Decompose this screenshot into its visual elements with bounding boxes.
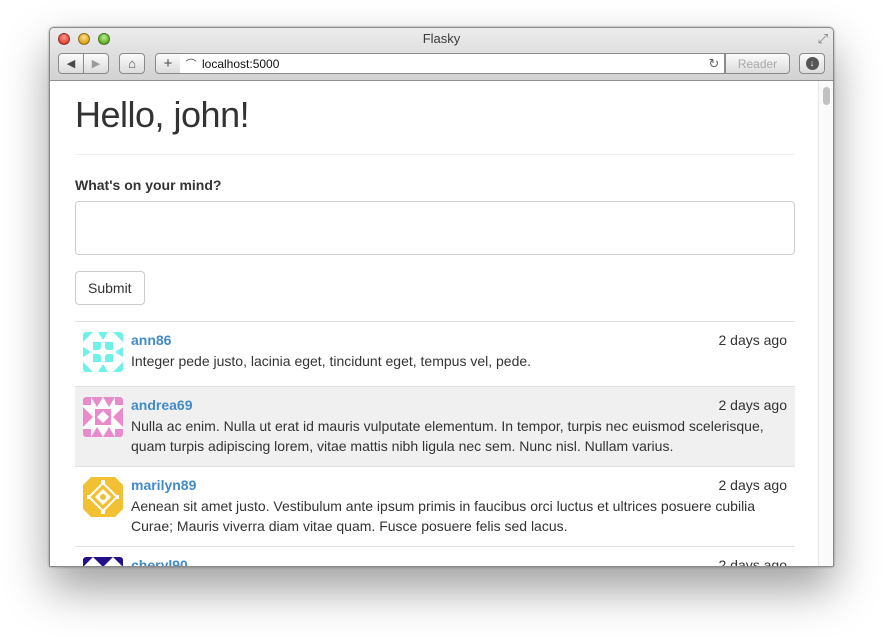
post-author-link[interactable]: marilyn89: [131, 476, 787, 494]
home-icon: ⌂: [128, 56, 136, 71]
window-title: Flasky: [422, 31, 461, 46]
plus-icon: +: [163, 55, 173, 72]
home-button[interactable]: ⌂: [119, 53, 145, 74]
forward-arrow-icon: ▶: [91, 58, 101, 70]
identicon-ann86: [83, 332, 123, 372]
post-item: andrea69 2 days ago Nulla ac enim. Nulla…: [75, 387, 795, 467]
post-body: Integer pede justo, lacinia eget, tincid…: [131, 353, 532, 369]
back-button[interactable]: ◀: [58, 53, 84, 74]
site-favicon-icon: ⌒: [185, 58, 197, 71]
browser-window: Flasky ⤢ ◀ ▶ ⌂ + ⌒ localhost:5000 ↻ Read…: [49, 27, 834, 567]
vertical-scrollbar[interactable]: [818, 81, 833, 566]
post-author-link[interactable]: cheryl90: [131, 556, 787, 566]
url-text[interactable]: localhost:5000: [202, 57, 704, 71]
fullscreen-icon[interactable]: ⤢: [818, 31, 828, 47]
post-date: 2 days ago: [718, 557, 788, 567]
post-item: ann86 2 days ago Integer pede justo, lac…: [75, 322, 795, 387]
browser-toolbar: Flasky ⤢ ◀ ▶ ⌂ + ⌒ localhost:5000 ↻ Read…: [50, 28, 833, 81]
post-item: cheryl90 2 days ago: [75, 547, 795, 567]
post-item: marilyn89 2 days ago Aenean sit amet jus…: [75, 467, 795, 547]
identicon-marilyn89: [83, 477, 123, 517]
submit-button[interactable]: Submit: [75, 271, 145, 305]
reload-icon[interactable]: ↻: [704, 56, 724, 72]
avatar[interactable]: [83, 477, 123, 517]
post-date: 2 days ago: [718, 332, 788, 348]
post-list: ann86 2 days ago Integer pede justo, lac…: [75, 321, 795, 567]
forward-button[interactable]: ▶: [83, 53, 109, 74]
back-arrow-icon: ◀: [66, 58, 76, 70]
page-content: Hello, john! What's on your mind? Submit: [75, 81, 795, 567]
identicon-cheryl90: [83, 557, 123, 566]
download-icon: ↓: [805, 57, 819, 70]
post-author-link[interactable]: ann86: [131, 331, 787, 349]
identicon-andrea69: [83, 397, 123, 437]
avatar[interactable]: [83, 557, 123, 566]
post-form-label: What's on your mind?: [75, 177, 222, 193]
post-body-textarea[interactable]: [75, 201, 795, 255]
post-body: Nulla ac enim. Nulla ut erat id mauris v…: [131, 418, 764, 454]
post-author-link[interactable]: andrea69: [131, 396, 787, 414]
post-date: 2 days ago: [718, 397, 788, 413]
scroll-thumb[interactable]: [823, 87, 830, 105]
address-bar[interactable]: ⌒ localhost:5000 ↻: [180, 53, 725, 74]
post-body: Aenean sit amet justo. Vestibulum ante i…: [131, 498, 756, 534]
avatar[interactable]: [83, 332, 123, 372]
page-viewport: Hello, john! What's on your mind? Submit: [50, 81, 833, 567]
reader-button[interactable]: Reader: [725, 53, 790, 74]
divider: [75, 154, 795, 155]
page-title: Hello, john!: [75, 94, 250, 135]
add-bookmark-button[interactable]: +: [155, 53, 181, 74]
post-date: 2 days ago: [718, 477, 788, 493]
downloads-button[interactable]: ↓: [799, 53, 825, 74]
avatar[interactable]: [83, 397, 123, 437]
